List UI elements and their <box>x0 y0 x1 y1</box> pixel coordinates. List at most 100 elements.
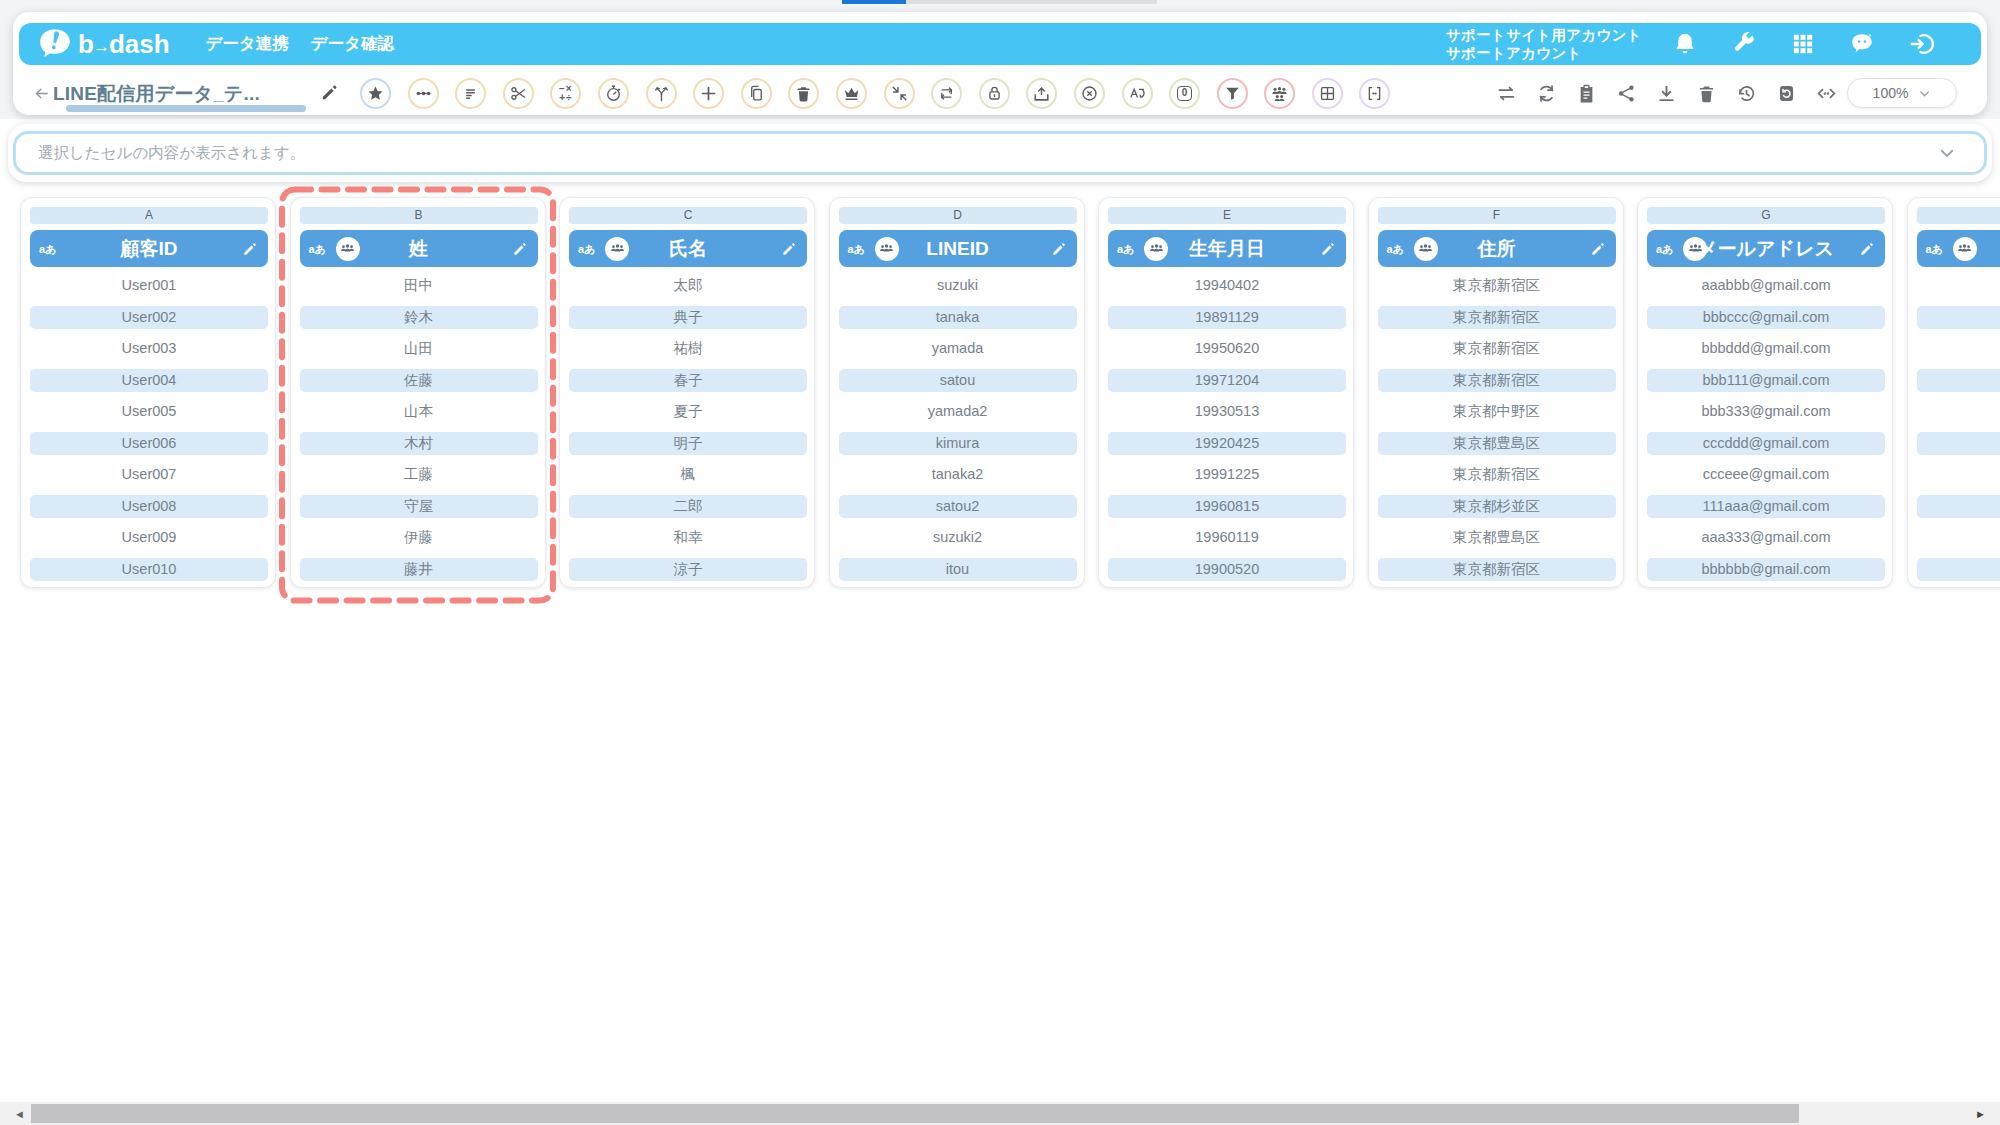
cell-C2[interactable]: 典子 <box>569 306 807 329</box>
add-button[interactable] <box>693 78 724 109</box>
cell-F3[interactable]: 東京都新宿区 <box>1378 337 1616 360</box>
bdash-logo[interactable]: b→dash <box>37 26 170 62</box>
split-button[interactable] <box>503 78 534 109</box>
cell-B5[interactable]: 山本 <box>300 400 538 423</box>
cell-A8[interactable]: User008 <box>30 495 268 518</box>
fill-zero-button[interactable]: 0 <box>1169 78 1200 109</box>
cell-A1[interactable]: User001 <box>30 274 268 297</box>
cell-H4[interactable] <box>1917 369 2000 392</box>
edit-column-pencil-icon[interactable] <box>1320 241 1336 257</box>
cell-D7[interactable]: tanaka2 <box>839 463 1077 486</box>
convert-button[interactable] <box>931 78 962 109</box>
edit-column-pencil-icon[interactable] <box>512 241 528 257</box>
cell-B10[interactable]: 藤井 <box>300 558 538 581</box>
filter-button[interactable] <box>1217 78 1248 109</box>
transfer-button[interactable] <box>1496 83 1517 104</box>
cell-E3[interactable]: 19950620 <box>1108 337 1346 360</box>
edit-column-pencil-icon[interactable] <box>1590 241 1606 257</box>
cell-D8[interactable]: satou2 <box>839 495 1077 518</box>
edit-column-pencil-icon[interactable] <box>242 241 258 257</box>
cell-A6[interactable]: User006 <box>30 432 268 455</box>
settings-wrench-icon[interactable] <box>1731 31 1757 57</box>
code-button[interactable] <box>1816 83 1837 104</box>
cell-C7[interactable]: 楓 <box>569 463 807 486</box>
cell-E5[interactable]: 19930513 <box>1108 400 1346 423</box>
restore-button[interactable] <box>1776 83 1797 104</box>
cell-G9[interactable]: aaa333@gmail.com <box>1647 526 1885 549</box>
cell-C9[interactable]: 和幸 <box>569 526 807 549</box>
cell-E4[interactable]: 19971204 <box>1108 369 1346 392</box>
column-letter[interactable]: B <box>300 207 538 224</box>
cell-H2[interactable] <box>1917 306 2000 329</box>
column-header[interactable]: aあ顧客ID <box>30 230 268 267</box>
cell-F9[interactable]: 東京都豊島区 <box>1378 526 1616 549</box>
favorite-button[interactable] <box>360 78 391 109</box>
cell-A5[interactable]: User005 <box>30 400 268 423</box>
cell-F4[interactable]: 東京都新宿区 <box>1378 369 1616 392</box>
edit-title-pencil-icon[interactable] <box>320 83 339 102</box>
cell-F1[interactable]: 東京都新宿区 <box>1378 274 1616 297</box>
cell-G10[interactable]: bbbbbb@gmail.com <box>1647 558 1885 581</box>
cell-D9[interactable]: suzuki2 <box>839 526 1077 549</box>
cell-E6[interactable]: 19920425 <box>1108 432 1346 455</box>
cell-G4[interactable]: bbb111@gmail.com <box>1647 369 1885 392</box>
cell-D6[interactable]: kimura <box>839 432 1077 455</box>
cell-C10[interactable]: 涼子 <box>569 558 807 581</box>
cell-F6[interactable]: 東京都豊島区 <box>1378 432 1616 455</box>
assistant-chat-icon[interactable] <box>1849 31 1875 57</box>
horizontal-scrollbar[interactable]: ◄ ► <box>0 1102 2000 1125</box>
menu-item-2[interactable]: データ確認 <box>311 33 394 55</box>
cell-A2[interactable]: User002 <box>30 306 268 329</box>
zoom-control[interactable]: 100% <box>1847 78 1957 108</box>
formula-input[interactable]: 選択したセルの内容が表示されます。 <box>13 131 1987 175</box>
cell-G3[interactable]: bbbddd@gmail.com <box>1647 337 1885 360</box>
premium-button[interactable] <box>836 78 867 109</box>
column-header[interactable]: aあ <box>1917 230 2000 267</box>
cell-G1[interactable]: aaabbb@gmail.com <box>1647 274 1885 297</box>
cell-H7[interactable] <box>1917 463 2000 486</box>
cell-D4[interactable]: satou <box>839 369 1077 392</box>
column-header[interactable]: aあ生年月日 <box>1108 230 1346 267</box>
cell-F8[interactable]: 東京都杉並区 <box>1378 495 1616 518</box>
delete-button[interactable] <box>1696 83 1717 104</box>
cell-D5[interactable]: yamada2 <box>839 400 1077 423</box>
cell-A9[interactable]: User009 <box>30 526 268 549</box>
mask-button[interactable] <box>979 78 1010 109</box>
cell-E7[interactable]: 19991225 <box>1108 463 1346 486</box>
menu-item-1[interactable]: データ連携 <box>206 33 289 55</box>
apps-grid-icon[interactable] <box>1790 31 1816 57</box>
scrollbar-thumb[interactable] <box>31 1104 1799 1123</box>
cell-H1[interactable] <box>1917 274 2000 297</box>
duplicate-button[interactable] <box>741 78 772 109</box>
cell-E10[interactable]: 19900520 <box>1108 558 1346 581</box>
edit-column-pencil-icon[interactable] <box>781 241 797 257</box>
cell-F5[interactable]: 東京都中野区 <box>1378 400 1616 423</box>
cell-C1[interactable]: 太郎 <box>569 274 807 297</box>
cell-C3[interactable]: 祐樹 <box>569 337 807 360</box>
cell-D3[interactable]: yamada <box>839 337 1077 360</box>
column-header[interactable]: aあメールアドレス <box>1647 230 1885 267</box>
column-letter[interactable]: C <box>569 207 807 224</box>
column-letter[interactable]: E <box>1108 207 1346 224</box>
cell-B9[interactable]: 伊藤 <box>300 526 538 549</box>
cell-B6[interactable]: 木村 <box>300 432 538 455</box>
table-view-button[interactable] <box>1312 78 1343 109</box>
history-button[interactable] <box>1736 83 1757 104</box>
export-button[interactable] <box>1026 78 1057 109</box>
column-letter[interactable]: A <box>30 207 268 224</box>
refresh-button[interactable] <box>1536 83 1557 104</box>
column-letter[interactable]: F <box>1378 207 1616 224</box>
cell-C4[interactable]: 春子 <box>569 369 807 392</box>
cell-B2[interactable]: 鈴木 <box>300 306 538 329</box>
cell-G2[interactable]: bbbccc@gmail.com <box>1647 306 1885 329</box>
column-header[interactable]: aあ住所 <box>1378 230 1616 267</box>
summary-button[interactable] <box>455 78 486 109</box>
cell-B8[interactable]: 守屋 <box>300 495 538 518</box>
cell-F7[interactable]: 東京都新宿区 <box>1378 463 1616 486</box>
exclude-button[interactable] <box>1074 78 1105 109</box>
cell-A3[interactable]: User003 <box>30 337 268 360</box>
edit-column-pencil-icon[interactable] <box>1859 241 1875 257</box>
cell-A4[interactable]: User004 <box>30 369 268 392</box>
cell-C5[interactable]: 夏子 <box>569 400 807 423</box>
cell-E1[interactable]: 19940402 <box>1108 274 1346 297</box>
